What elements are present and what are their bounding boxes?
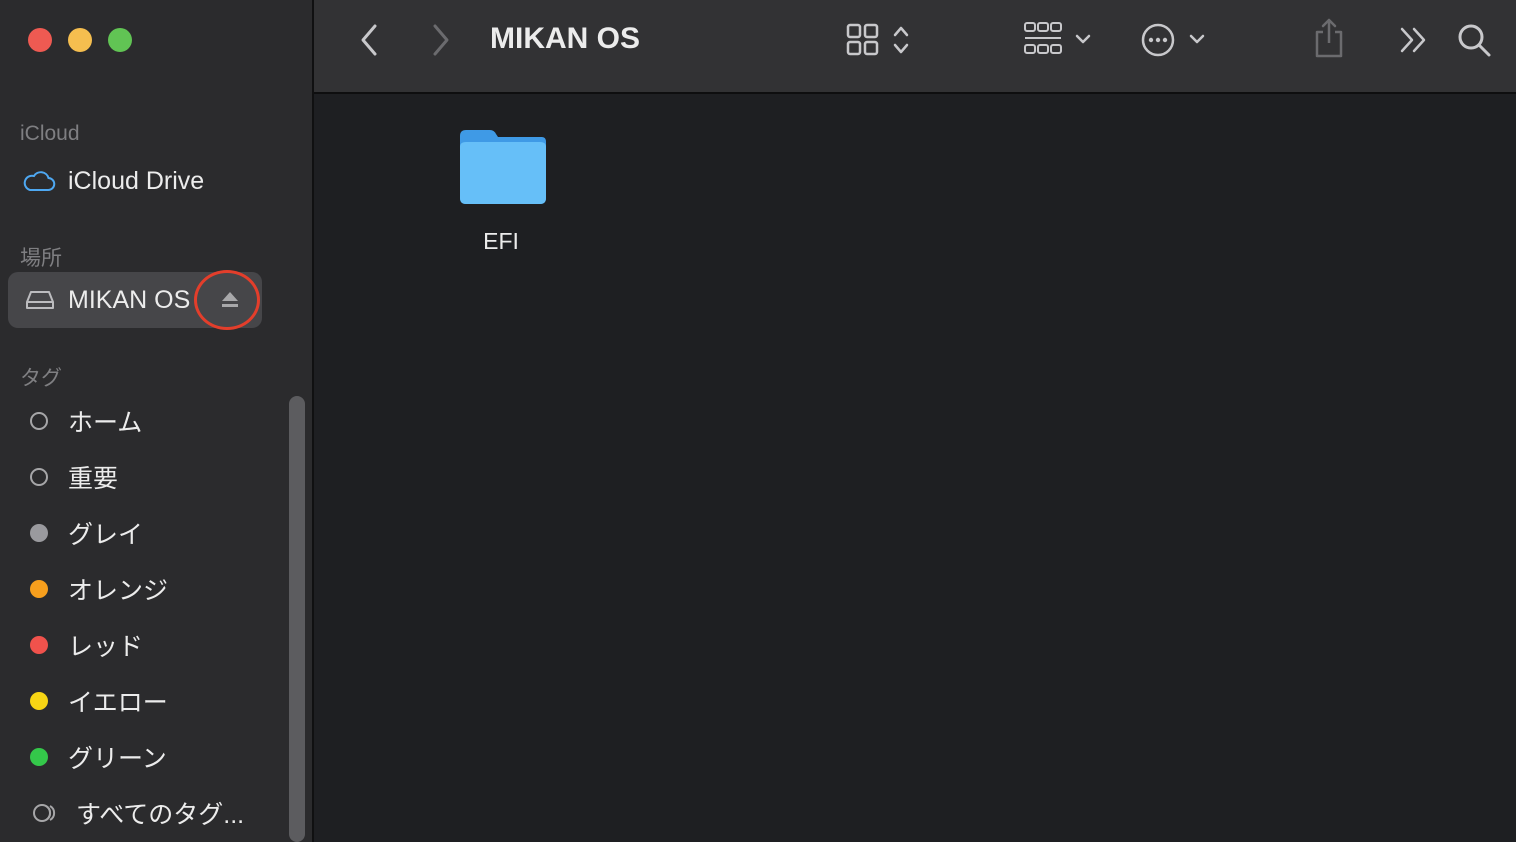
- tag-red-dot-icon: [30, 636, 48, 654]
- zoom-window-button[interactable]: [108, 28, 132, 52]
- tag-green-dot-icon: [30, 748, 48, 766]
- sidebar-tag-home[interactable]: ホーム: [8, 393, 262, 449]
- tag-gray-dot-icon: [30, 524, 48, 542]
- back-chevron-icon[interactable]: [356, 22, 382, 58]
- hard-disk-icon: [26, 291, 54, 309]
- close-window-button[interactable]: [28, 28, 52, 52]
- sidebar-tag-green[interactable]: グリーン: [8, 729, 262, 785]
- section-title-tags: タグ: [20, 367, 62, 390]
- sidebar-item-label: グリーン: [68, 745, 167, 773]
- section-title-icloud: iCloud: [20, 122, 80, 145]
- window-controls: [28, 28, 132, 52]
- sidebar-tag-important[interactable]: 重要: [8, 449, 262, 505]
- sidebar-all-tags[interactable]: すべてのタグ...: [8, 785, 262, 841]
- sidebar-item-label: すべてのタグ...: [76, 801, 245, 829]
- sidebar: iCloud iCloud Drive 場所 MIKAN OS タグ ホーム 重…: [0, 0, 314, 842]
- sidebar-item-label: iCloud Drive: [68, 166, 205, 195]
- sidebar-item-label: ホーム: [68, 409, 143, 437]
- sidebar-item-label: レッド: [68, 633, 144, 661]
- tag-hollow-circle-icon: [30, 468, 48, 486]
- more-actions-icon[interactable]: [1138, 20, 1212, 60]
- tag-hollow-circle-icon: [30, 412, 48, 430]
- sidebar-tag-red[interactable]: レッド: [8, 617, 262, 673]
- sidebar-scrollbar[interactable]: [289, 396, 305, 842]
- sidebar-tag-yellow[interactable]: イエロー: [8, 673, 262, 729]
- minimize-window-button[interactable]: [68, 28, 92, 52]
- all-tags-icon: [33, 804, 56, 822]
- section-title-locations: 場所: [20, 247, 62, 270]
- sidebar-item-label: 重要: [68, 465, 119, 493]
- sidebar-item-label: イエロー: [68, 689, 168, 717]
- toolbar-overflow-icon[interactable]: [1398, 24, 1432, 56]
- eject-highlight-circle: [194, 270, 260, 330]
- sidebar-item-icloud-drive[interactable]: iCloud Drive: [8, 153, 262, 209]
- search-icon[interactable]: [1456, 22, 1494, 60]
- sidebar-item-label: グレイ: [68, 521, 144, 549]
- folder-icon[interactable]: [458, 128, 548, 206]
- sidebar-item-label: MIKAN OS: [68, 285, 191, 314]
- tag-orange-dot-icon: [30, 580, 48, 598]
- forward-chevron-icon[interactable]: [428, 22, 454, 58]
- sidebar-tag-orange[interactable]: オレンジ: [8, 561, 262, 617]
- share-icon[interactable]: [1312, 16, 1346, 60]
- sidebar-item-label: オレンジ: [68, 577, 169, 605]
- cloud-icon: [23, 171, 56, 191]
- sidebar-tag-gray[interactable]: グレイ: [8, 505, 262, 561]
- group-by-icon[interactable]: [1022, 20, 1098, 60]
- window-title: MIKAN OS: [490, 22, 640, 55]
- file-browser-area[interactable]: [314, 94, 1516, 842]
- icon-view-grid-icon[interactable]: [845, 22, 917, 58]
- tag-yellow-dot-icon: [30, 692, 48, 710]
- file-name[interactable]: EFI: [460, 228, 542, 255]
